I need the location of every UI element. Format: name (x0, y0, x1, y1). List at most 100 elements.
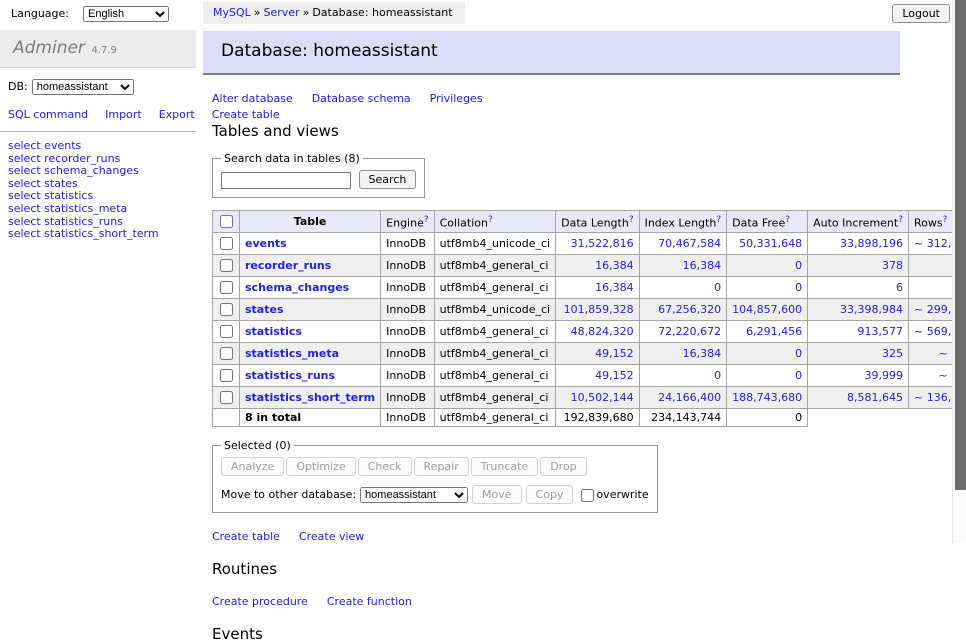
data-length-link[interactable]: 48,824,320 (571, 325, 634, 338)
index-length-link[interactable]: 0 (714, 369, 721, 382)
breadcrumb-server[interactable]: Server (264, 6, 300, 19)
data-length-link[interactable]: 16,384 (595, 259, 634, 272)
logout-button[interactable]: Logout (892, 4, 950, 23)
help-superscript: ? (424, 214, 429, 225)
help-superscript: ? (629, 214, 634, 225)
index-length-link[interactable]: 70,467,584 (658, 237, 721, 250)
auto-increment-link[interactable]: 8,581,645 (847, 391, 903, 404)
data-length-link[interactable]: 10,502,144 (571, 391, 634, 404)
vertical-scrollbar[interactable] (952, 0, 966, 543)
row-checkbox[interactable] (220, 369, 233, 382)
table-name-link[interactable]: statistics (245, 325, 302, 338)
row-checkbox[interactable] (220, 347, 233, 360)
help-link[interactable]: ? (785, 215, 790, 225)
engine-cell: InnoDB (381, 299, 434, 321)
auto-increment-link[interactable]: 913,577 (858, 325, 904, 338)
auto-increment-link[interactable]: 378 (882, 259, 903, 272)
brand-bar: Adminer 4.7.9 (0, 30, 196, 68)
total-cell: utf8mb4_general_ci (434, 409, 555, 427)
data-free-link[interactable]: 50,331,648 (739, 237, 802, 250)
database-schema-link[interactable]: Database schema (312, 92, 411, 105)
data-free-link[interactable]: 0 (795, 369, 802, 382)
data-length-link[interactable]: 16,384 (595, 281, 634, 294)
create-links: Create table Create view (212, 530, 903, 543)
sidebar-select-link[interactable]: select events (8, 140, 196, 153)
index-length-link[interactable]: 67,256,320 (658, 303, 721, 316)
data-length-link[interactable]: 49,152 (595, 347, 634, 360)
table-name-link[interactable]: statistics_meta (245, 347, 339, 360)
index-length-link[interactable]: 16,384 (683, 259, 722, 272)
data-free-link[interactable]: 0 (795, 259, 802, 272)
table-name-link[interactable]: states (245, 303, 284, 316)
engine-cell: InnoDB (381, 321, 434, 343)
index-length-link[interactable]: 24,166,400 (658, 391, 721, 404)
auto-increment-link[interactable]: 6 (896, 281, 903, 294)
row-checkbox[interactable] (220, 237, 233, 250)
sidebar-select-link[interactable]: select statistics_meta (8, 203, 196, 216)
sql-command-link[interactable]: SQL command (8, 108, 88, 121)
help-link[interactable]: ? (629, 215, 634, 225)
index-length-cell: 67,256,320 (639, 299, 727, 321)
index-length-link[interactable]: 0 (714, 281, 721, 294)
data-length-cell: 31,522,816 (556, 233, 639, 255)
help-link[interactable]: ? (424, 215, 429, 225)
row-checkbox[interactable] (220, 259, 233, 272)
data-length-link[interactable]: 101,859,328 (564, 303, 634, 316)
auto-increment-link[interactable]: 33,398,984 (840, 303, 903, 316)
help-link[interactable]: ? (898, 215, 903, 225)
sidebar-divider (0, 131, 196, 132)
data-length-link[interactable]: 49,152 (595, 369, 634, 382)
help-link[interactable]: ? (943, 215, 948, 225)
row-checkbox[interactable] (220, 303, 233, 316)
breadcrumb-mysql[interactable]: MySQL (213, 6, 251, 19)
table-name-link[interactable]: statistics_runs (245, 369, 335, 382)
language-select[interactable]: English (83, 6, 169, 22)
table-name-link[interactable]: schema_changes (245, 281, 349, 294)
data-free-cell: 104,857,600 (727, 299, 808, 321)
privileges-link[interactable]: Privileges (430, 92, 483, 105)
search-fieldset: Search data in tables (8) Search (212, 152, 425, 198)
row-checkbox[interactable] (220, 325, 233, 338)
export-link[interactable]: Export (159, 108, 195, 121)
index-length-link[interactable]: 16,384 (683, 347, 722, 360)
alter-database-link[interactable]: Alter database (212, 92, 293, 105)
data-free-link[interactable]: 0 (795, 347, 802, 360)
db-select[interactable]: homeassistant (32, 79, 134, 95)
data-free-link[interactable]: 104,857,600 (732, 303, 802, 316)
create-table-link[interactable]: Create table (212, 530, 280, 543)
create-function-link[interactable]: Create function (327, 595, 412, 608)
sidebar-select-link[interactable]: select schema_changes (8, 165, 196, 178)
table-name-link[interactable]: events (245, 237, 287, 250)
data-free-cell: 6,291,456 (727, 321, 808, 343)
help-link[interactable]: ? (716, 215, 721, 225)
scrollbar-thumb[interactable] (955, 0, 966, 490)
repair-button: Repair (414, 457, 469, 476)
auto-increment-cell: 6 (808, 277, 909, 299)
create-procedure-link[interactable]: Create procedure (212, 595, 308, 608)
auto-increment-link[interactable]: 39,999 (865, 369, 904, 382)
index-length-cell: 0 (639, 365, 727, 387)
row-checkbox[interactable] (220, 391, 233, 404)
overwrite-checkbox[interactable] (581, 489, 594, 502)
table-name-link[interactable]: recorder_runs (245, 259, 331, 272)
data-free-link[interactable]: 188,743,680 (732, 391, 802, 404)
move-db-select[interactable]: homeassistant (360, 487, 468, 503)
help-link[interactable]: ? (488, 215, 493, 225)
auto-increment-link[interactable]: 33,898,196 (840, 237, 903, 250)
table-body: eventsInnoDButf8mb4_unicode_ci31,522,816… (213, 233, 966, 427)
import-link[interactable]: Import (105, 108, 142, 121)
data-free-link[interactable]: 6,291,456 (746, 325, 802, 338)
auto-increment-link[interactable]: 325 (882, 347, 903, 360)
select-all-checkbox[interactable] (220, 215, 233, 228)
total-cell: 192,839,680 (556, 409, 639, 427)
create-view-link[interactable]: Create view (299, 530, 364, 543)
sidebar-select-link[interactable]: select statistics_short_term (8, 228, 196, 241)
search-button[interactable]: Search (359, 170, 417, 189)
table-name-link[interactable]: statistics_short_term (245, 391, 375, 404)
row-checkbox[interactable] (220, 281, 233, 294)
data-free-link[interactable]: 0 (795, 281, 802, 294)
sidebar: Language:English Adminer 4.7.9 DB:homeas… (0, 0, 196, 241)
index-length-link[interactable]: 72,220,672 (658, 325, 721, 338)
data-length-link[interactable]: 31,522,816 (571, 237, 634, 250)
search-input[interactable] (221, 172, 351, 189)
